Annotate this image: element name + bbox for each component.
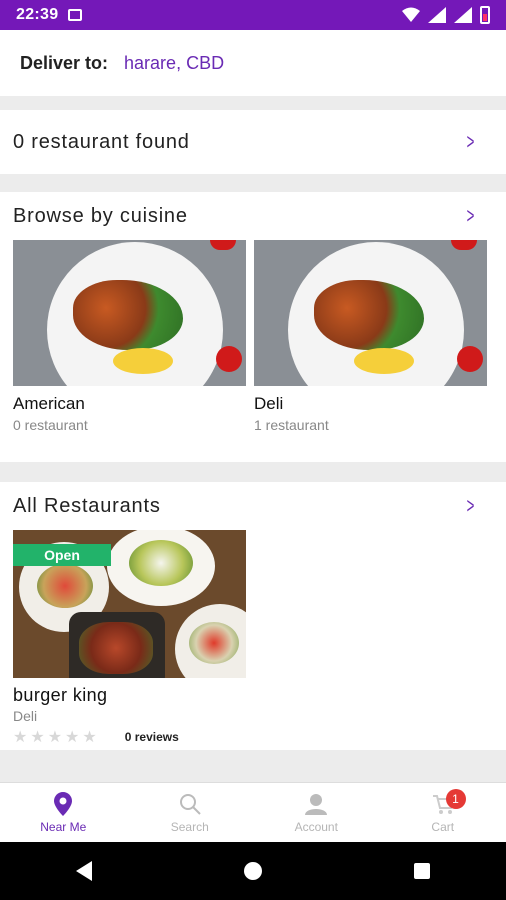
chevron-right-icon[interactable]: > [467,493,487,519]
restaurant-image: Open [13,530,246,678]
cuisine-name: American [13,394,85,413]
location-pin-icon [51,791,75,816]
deliver-label: Deliver to: [20,52,109,73]
star-icon: ★ [82,729,97,746]
tab-search[interactable]: Search [127,783,254,842]
chevron-right-icon[interactable]: > [467,203,487,229]
rating-row: ★ ★ ★ ★ ★ 0 reviews [13,727,246,747]
cart-count-badge: 1 [445,789,466,809]
cuisine-card-american[interactable]: American 0 restaurant [13,240,246,433]
recents-icon[interactable] [414,863,430,879]
star-icon: ★ [13,729,28,746]
restaurants-found-card[interactable]: 0 restaurant found > [0,110,506,174]
star-icon: ★ [47,729,63,746]
tab-label: Account [294,819,338,834]
cuisine-name: Deli [254,394,284,413]
cuisine-count: 0 restaurant [13,417,88,433]
review-count: 0 reviews [124,730,179,744]
section-title-restaurants: All Restaurants [13,494,161,517]
tab-label: Search [170,819,209,834]
search-icon [178,792,202,816]
restaurant-card[interactable]: Open burger king Deli ★ ★ ★ ★ ★ 0 review… [13,530,246,747]
tab-near-me[interactable]: Near Me [0,783,127,842]
bottom-tab-bar: Near Me Search Account 1 Cart [0,782,506,842]
deliver-bar[interactable]: Deliver to: harare, CBD [0,30,506,96]
restaurant-name: burger king [13,685,108,705]
signal-icon-2 [454,7,472,23]
star-icon: ★ [30,729,45,746]
gallery-notification-icon [68,9,83,21]
cuisine-image [13,240,246,386]
status-indicators [402,6,490,24]
star-rating: ★ ★ ★ ★ ★ [13,727,97,747]
deliver-location[interactable]: harare, CBD [124,53,224,74]
tab-label: Cart [431,819,455,834]
tab-cart[interactable]: 1 Cart [380,783,506,842]
chevron-right-icon[interactable]: > [467,129,487,155]
restaurant-category: Deli [13,708,38,724]
back-icon[interactable] [76,861,92,881]
status-bar: 22:39 [0,0,506,30]
home-icon[interactable] [244,862,262,880]
signal-icon [428,7,446,23]
restaurants-found-title: 0 restaurant found [13,130,190,153]
cuisine-image [254,240,487,386]
open-status-badge: Open [13,544,111,566]
section-title-cuisine: Browse by cuisine [13,204,188,227]
wifi-icon [402,7,420,22]
cuisine-count: 1 restaurant [254,417,329,433]
browse-cuisine-section: Browse by cuisine > American 0 restauran… [0,192,506,462]
system-nav-bar [0,842,506,900]
status-time: 22:39 [16,6,59,23]
account-icon [304,792,328,816]
star-icon: ★ [65,729,80,746]
all-restaurants-section: All Restaurants > Open burger king Deli … [0,482,506,750]
tab-label: Near Me [40,819,87,834]
battery-icon [480,6,490,24]
cuisine-card-deli[interactable]: Deli 1 restaurant [254,240,487,433]
tab-account[interactable]: Account [253,783,380,842]
